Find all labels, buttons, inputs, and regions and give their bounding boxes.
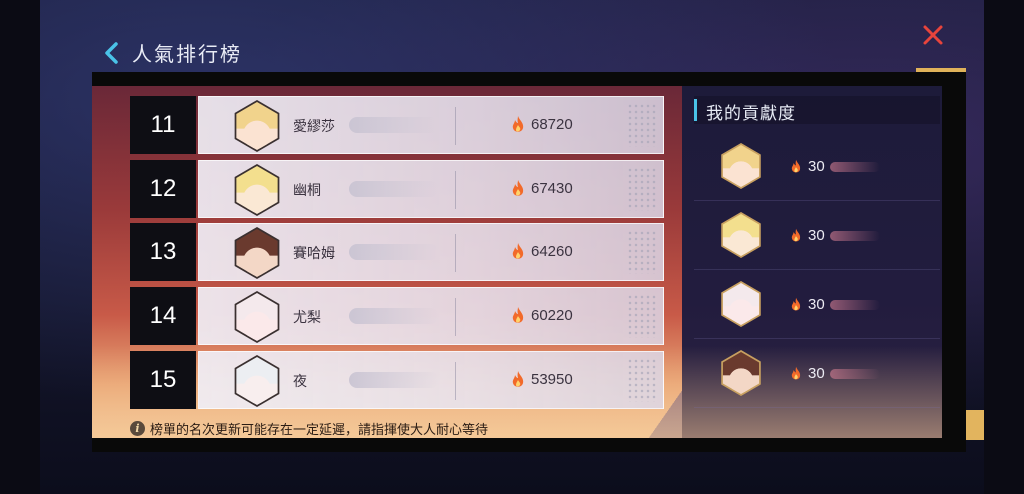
blurred-text [349, 181, 439, 197]
score: 60220 [531, 307, 573, 324]
contribution-value: 30 [808, 158, 825, 175]
fire-icon [791, 297, 801, 311]
character-name: 幽桐 [293, 183, 321, 199]
fire-icon [512, 307, 524, 323]
blurred-text [830, 369, 880, 379]
avatar [722, 283, 760, 325]
character-name: 尤梨 [293, 310, 321, 326]
page-title: 人氣排行榜 [132, 42, 242, 66]
ranking-row[interactable]: 12 幽桐 67430 [130, 160, 664, 218]
left-edge [0, 0, 40, 494]
character-name: 愛繆莎 [293, 119, 335, 135]
character-name: 賽哈姆 [293, 246, 335, 262]
contribution-row: 30 [694, 138, 940, 201]
accent-bar [694, 99, 697, 121]
fire-icon [512, 371, 524, 387]
rank-number: 15 [130, 351, 196, 409]
fire-icon [512, 243, 524, 259]
rank-number: 12 [130, 160, 196, 218]
rank-card: 幽桐 67430 [198, 160, 664, 218]
divider [455, 362, 456, 400]
ranking-row[interactable]: 14 尤梨 60220 [130, 287, 664, 345]
fire-icon [512, 116, 524, 132]
divider [455, 234, 456, 272]
rank-number: 14 [130, 287, 196, 345]
panel-bottom [92, 438, 966, 452]
ranking-row[interactable]: 15 夜 53950 [130, 351, 664, 409]
avatar [722, 145, 760, 187]
right-edge [984, 0, 1024, 494]
blurred-text [349, 117, 439, 133]
contribution-row: 30 [694, 276, 940, 339]
blurred-text [830, 162, 880, 172]
blurred-text [830, 300, 880, 310]
score: 67430 [531, 180, 573, 197]
info-icon: i [130, 420, 145, 436]
avatar [722, 214, 760, 256]
rank-card: 愛繆莎 68720 [198, 96, 664, 154]
blurred-text [830, 231, 880, 241]
notice: i 榜單的名次更新可能存在一定延遲，請指揮使大人耐心等待 [130, 419, 489, 438]
fire-icon [791, 228, 801, 242]
rank-card: 尤梨 60220 [198, 287, 664, 345]
rank-card: 夜 53950 [198, 351, 664, 409]
avatar [236, 293, 278, 341]
ranking-row[interactable]: 11 愛繆莎 68720 [130, 96, 664, 154]
blurred-text [349, 372, 439, 388]
blurred-text [349, 244, 439, 260]
header: 人氣排行榜 [100, 38, 242, 67]
avatar [722, 352, 760, 394]
ranking-row[interactable]: 13 賽哈姆 64260 [130, 223, 664, 281]
divider [455, 107, 456, 145]
divider [455, 298, 456, 336]
contribution-row: 30 [694, 207, 940, 270]
back-arrow-icon[interactable] [100, 40, 122, 66]
character-name: 夜 [293, 374, 307, 390]
contribution-value: 30 [808, 227, 825, 244]
notice-text: 榜單的名次更新可能存在一定延遲，請指揮使大人耐心等待 [150, 422, 489, 438]
fire-icon [791, 159, 801, 173]
contribution-value: 30 [808, 296, 825, 313]
gold-tab [966, 410, 984, 440]
rank-card: 賽哈姆 64260 [198, 223, 664, 281]
score: 64260 [531, 243, 573, 260]
score: 68720 [531, 116, 573, 133]
avatar [236, 229, 278, 277]
contribution-value: 30 [808, 365, 825, 382]
contribution-row: 30 [694, 345, 940, 408]
close-icon[interactable] [918, 20, 948, 50]
divider [455, 171, 456, 209]
fire-icon [791, 366, 801, 380]
score: 53950 [531, 371, 573, 388]
rank-number: 13 [130, 223, 196, 281]
contribution-title: 我的貢獻度 [706, 104, 796, 124]
contribution-header: 我的貢獻度 [694, 96, 940, 124]
blurred-text [349, 308, 439, 324]
avatar [236, 102, 278, 150]
rank-number: 11 [130, 96, 196, 154]
avatar [236, 166, 278, 214]
avatar [236, 357, 278, 405]
fire-icon [512, 180, 524, 196]
